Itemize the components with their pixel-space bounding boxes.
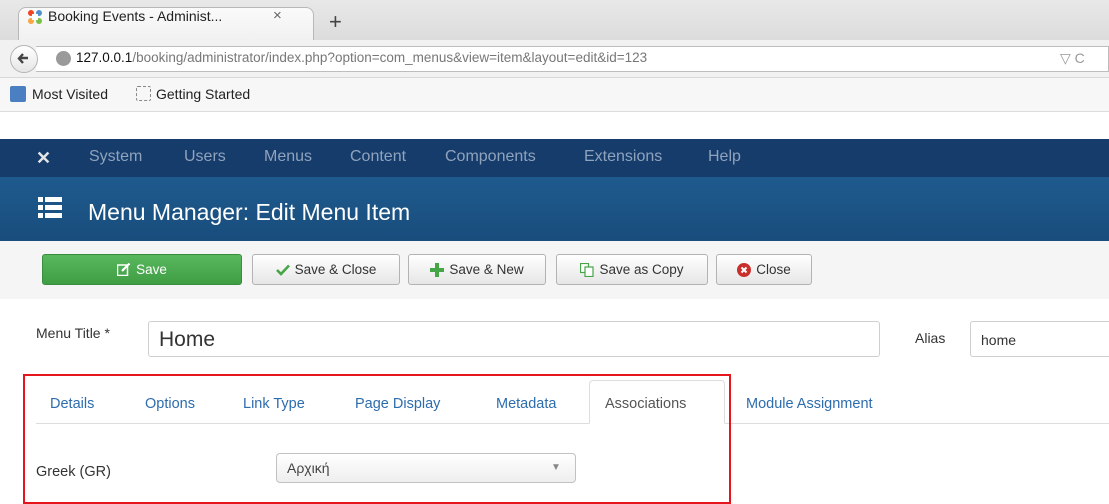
close-button[interactable]: Close bbox=[716, 254, 812, 285]
url-path: /booking/administrator/index.php?option=… bbox=[132, 50, 648, 65]
menu-users[interactable]: Users bbox=[184, 148, 226, 166]
admin-menu-bar bbox=[0, 139, 1109, 177]
back-arrow-icon bbox=[17, 53, 28, 64]
highlight-box bbox=[23, 374, 731, 504]
save-new-label: Save & New bbox=[449, 262, 524, 277]
menu-extensions[interactable]: Extensions bbox=[584, 148, 662, 166]
menu-menus[interactable]: Menus bbox=[264, 148, 312, 166]
plus-icon bbox=[430, 262, 445, 277]
new-tab-button[interactable]: + bbox=[329, 11, 342, 33]
copy-icon bbox=[580, 262, 595, 277]
page-title: Menu Manager: Edit Menu Item bbox=[88, 199, 411, 225]
save-label: Save bbox=[136, 262, 167, 277]
list-icon bbox=[38, 197, 62, 224]
close-label: Close bbox=[756, 262, 791, 277]
save-as-copy-label: Save as Copy bbox=[599, 262, 684, 277]
reload-icon[interactable]: ▽ C bbox=[1060, 50, 1085, 67]
save-close-button[interactable]: Save & Close bbox=[252, 254, 400, 285]
url-host: 127.0.0.1 bbox=[76, 50, 133, 65]
alias-input[interactable]: home bbox=[970, 321, 1109, 357]
alias-label: Alias bbox=[915, 330, 946, 346]
save-as-copy-button[interactable]: Save as Copy bbox=[556, 254, 708, 285]
back-button[interactable] bbox=[10, 45, 38, 73]
joomla-favicon-icon bbox=[26, 8, 44, 31]
site-info-icon[interactable] bbox=[56, 51, 71, 66]
bookmark-most-visited[interactable]: Most Visited bbox=[32, 86, 108, 102]
save-button[interactable]: Save bbox=[42, 254, 242, 285]
browser-tab-title: Booking Events - Administ... bbox=[48, 8, 223, 24]
most-visited-icon bbox=[10, 86, 26, 102]
url-text: 127.0.0.1/booking/administrator/index.ph… bbox=[76, 50, 647, 65]
menu-components[interactable]: Components bbox=[445, 148, 536, 166]
menu-title-input[interactable]: Home bbox=[148, 321, 880, 357]
tab-close-icon[interactable]: × bbox=[273, 7, 282, 24]
close-circle-icon bbox=[737, 262, 752, 277]
save-close-label: Save & Close bbox=[294, 262, 377, 277]
menu-help[interactable]: Help bbox=[708, 148, 741, 166]
edit-icon bbox=[117, 263, 131, 276]
menu-content[interactable]: Content bbox=[350, 148, 406, 166]
getting-started-icon bbox=[136, 86, 151, 101]
menu-system[interactable]: System bbox=[89, 148, 142, 166]
menu-title-label: Menu Title * bbox=[36, 325, 110, 341]
save-new-button[interactable]: Save & New bbox=[408, 254, 546, 285]
bookmark-getting-started[interactable]: Getting Started bbox=[156, 86, 250, 102]
joomla-logo-icon[interactable]: ✕ bbox=[36, 148, 51, 169]
check-icon bbox=[275, 264, 290, 276]
tab-module-assignment[interactable]: Module Assignment bbox=[746, 396, 873, 412]
